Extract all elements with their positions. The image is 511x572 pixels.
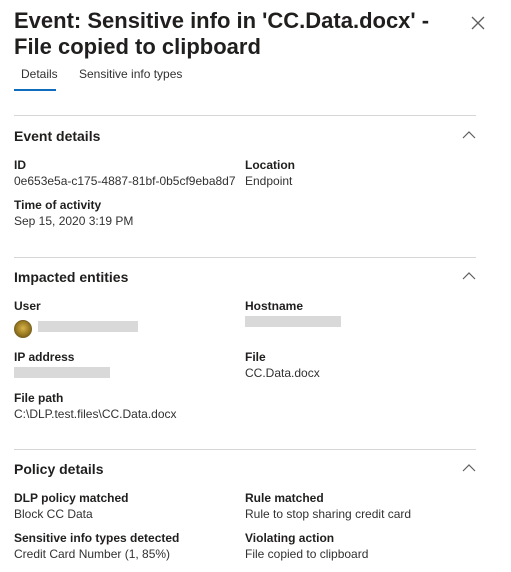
tab-sensitive-info-types[interactable]: Sensitive info types [79, 66, 182, 82]
impacted-entities-collapse-button[interactable] [461, 269, 477, 281]
redacted-ip-address [14, 367, 110, 378]
hostname-label: Hostname [245, 299, 304, 313]
user-label: User [14, 299, 41, 313]
event-details-heading: Event details [14, 128, 101, 144]
active-tab-indicator [14, 89, 56, 91]
sensitive-info-types-detected-value: Credit Card Number (1, 85%) [14, 547, 171, 561]
violating-action-value: File copied to clipboard [245, 547, 369, 561]
dlp-policy-matched-label: DLP policy matched [14, 491, 129, 505]
panel-title: Event: Sensitive info in 'CC.Data.docx' … [14, 8, 430, 59]
sensitive-info-types-detected-label: Sensitive info types detected [14, 531, 180, 545]
section-divider [14, 257, 476, 258]
file-path-value: C:\DLP.test.files\CC.Data.docx [14, 407, 177, 421]
file-value: CC.Data.docx [245, 366, 320, 380]
policy-details-collapse-button[interactable] [461, 461, 477, 473]
violating-action-label: Violating action [245, 531, 335, 545]
file-label: File [245, 350, 266, 364]
chevron-up-icon [462, 464, 476, 472]
redacted-hostname [245, 316, 341, 327]
event-details-collapse-button[interactable] [461, 128, 477, 140]
id-value: 0e653e5a-c175-4887-81bf-0b5cf9eba8d7 [14, 174, 236, 188]
policy-details-heading: Policy details [14, 461, 104, 477]
location-label: Location [245, 158, 295, 172]
file-path-label: File path [14, 391, 64, 405]
rule-matched-value: Rule to stop sharing credit card [245, 507, 412, 521]
chevron-up-icon [462, 272, 476, 280]
chevron-up-icon [462, 131, 476, 139]
time-of-activity-label: Time of activity [14, 198, 102, 212]
dlp-policy-matched-value: Block CC Data [14, 507, 93, 521]
close-icon [471, 16, 485, 30]
rule-matched-label: Rule matched [245, 491, 324, 505]
avatar [14, 320, 32, 338]
tab-details[interactable]: Details [21, 66, 58, 82]
close-button[interactable] [469, 14, 487, 32]
ip-address-label: IP address [14, 350, 75, 364]
impacted-entities-heading: Impacted entities [14, 269, 129, 285]
location-value: Endpoint [245, 174, 293, 188]
section-divider [14, 115, 476, 116]
time-of-activity-value: Sep 15, 2020 3:19 PM [14, 214, 134, 228]
section-divider [14, 449, 476, 450]
id-label: ID [14, 158, 26, 172]
redacted-user-name [38, 321, 138, 332]
